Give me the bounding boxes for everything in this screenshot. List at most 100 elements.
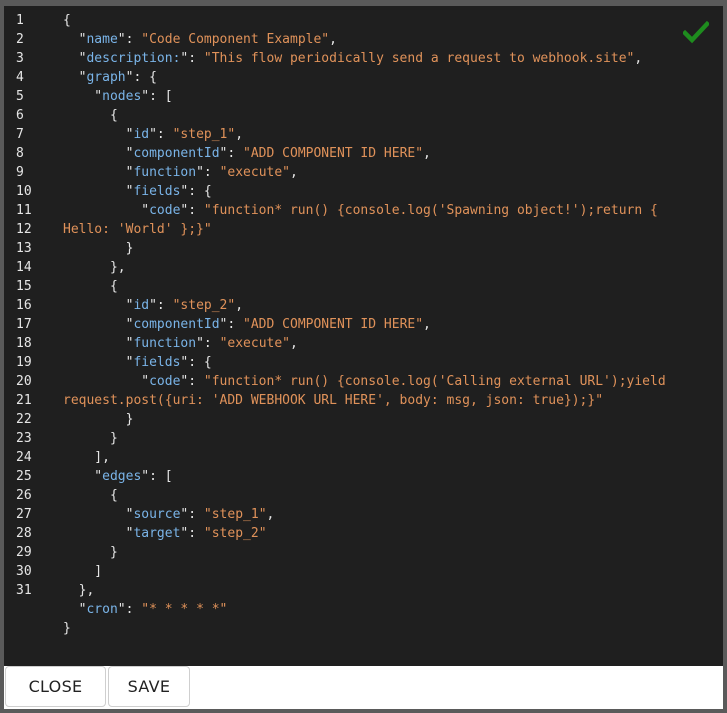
json-string: "step_1": [203, 507, 267, 522]
code-line: }: [63, 619, 71, 638]
code-line: "cron": "* * * * *": [63, 600, 228, 619]
json-key: name: [86, 32, 118, 47]
code-line: }: [63, 410, 134, 429]
code-line: "function": "execute",: [63, 334, 298, 353]
json-punctuation: ": [63, 374, 150, 389]
json-punctuation: {: [63, 13, 71, 28]
code-line: "edges": [: [63, 467, 173, 486]
json-key: fields: [133, 355, 181, 370]
json-code-editor[interactable]: 1 2 3 4 5 6 7 8 9 10 11 12 13 14 15 16 17 18 19 20 21 22 23 24 2…: [4, 6, 723, 666]
json-punctuation: {: [63, 279, 118, 294]
line-number: 24: [16, 450, 32, 465]
code-line: "graph": {: [63, 68, 157, 87]
json-punctuation: ,: [423, 317, 431, 332]
json-punctuation: ,: [235, 298, 244, 313]
line-number: 13: [16, 241, 32, 256]
code-line: "description:": "This flow periodically …: [63, 49, 643, 68]
json-string: "step_1": [172, 127, 236, 142]
line-number: 22: [16, 412, 32, 427]
line-number: 12: [16, 222, 32, 237]
code-line: "fields": {: [63, 182, 212, 201]
json-punctuation: ,: [290, 336, 298, 351]
code-line: "componentId": "ADD COMPONENT ID HERE",: [63, 315, 431, 334]
json-punctuation: {: [63, 488, 118, 503]
code-line: "fields": {: [63, 353, 212, 372]
json-string: "This flow periodically send a request t…: [203, 51, 635, 66]
json-punctuation: ": [63, 203, 150, 218]
json-key: graph: [86, 70, 126, 85]
line-number: 29: [16, 545, 32, 560]
code-line: {: [63, 11, 71, 30]
json-key: source: [133, 507, 181, 522]
json-string: "* * * * *": [141, 602, 228, 617]
code-line: "source": "step_1",: [63, 505, 275, 524]
json-punctuation: ":: [149, 298, 173, 313]
json-punctuation: ":: [219, 146, 244, 161]
line-number: 8: [16, 146, 24, 161]
json-punctuation: ":: [219, 317, 244, 332]
line-number: 28: [16, 526, 32, 541]
json-key: function: [133, 336, 197, 351]
json-punctuation: ": [63, 317, 134, 332]
line-number: 1: [16, 13, 24, 28]
code-line: "id": "step_1",: [63, 125, 243, 144]
json-punctuation: ":: [180, 507, 204, 522]
json-string: "function* run() {console.log('Spawning …: [203, 203, 658, 218]
json-string: Hello: 'World' };}": [63, 222, 212, 237]
json-punctuation: ": [63, 146, 134, 161]
json-punctuation: ": [63, 355, 134, 370]
line-number: 31: [16, 583, 32, 598]
code-line: {: [63, 486, 118, 505]
json-string: "Code Component Example": [141, 32, 330, 47]
json-punctuation: }: [63, 412, 134, 427]
code-line: {: [63, 106, 118, 125]
close-button[interactable]: CLOSE: [5, 666, 106, 707]
json-punctuation: ,: [423, 146, 431, 161]
line-number-gutter: 1 2 3 4 5 6 7 8 9 10 11 12 13 14 15 16 17 18 19 20 21 22 23 24 2…: [4, 6, 44, 666]
json-punctuation: ":: [180, 203, 204, 218]
json-punctuation: ,: [329, 32, 337, 47]
json-punctuation: ":: [196, 165, 220, 180]
json-punctuation: ": [63, 70, 87, 85]
line-number: 5: [16, 89, 24, 104]
json-punctuation: ": [63, 32, 87, 47]
code-line: Hello: 'World' };}": [63, 220, 212, 239]
json-punctuation: ]: [63, 564, 103, 579]
json-punctuation: ": [63, 298, 134, 313]
code-line: "nodes": [: [63, 87, 172, 106]
code-line: },: [63, 258, 126, 277]
code-editor-dialog: 1 2 3 4 5 6 7 8 9 10 11 12 13 14 15 16 17 18 19 20 21 22 23 24 2…: [0, 0, 727, 713]
code-line: }: [63, 543, 118, 562]
code-line: }: [63, 239, 134, 258]
json-string: "ADD COMPONENT ID HERE": [243, 317, 424, 332]
json-punctuation: ": [: [141, 469, 173, 484]
code-line: ]: [63, 562, 102, 581]
json-string: "step_2": [203, 526, 267, 541]
code-line: "code": "function* run() {console.log('C…: [63, 372, 665, 391]
json-key: description:: [86, 51, 181, 66]
json-key: function: [133, 165, 197, 180]
json-punctuation: ":: [180, 526, 204, 541]
json-punctuation: }: [63, 431, 118, 446]
line-number: 23: [16, 431, 32, 446]
json-punctuation: ": [63, 469, 103, 484]
save-button[interactable]: SAVE: [108, 666, 190, 707]
json-punctuation: },: [63, 260, 126, 275]
json-punctuation: ": {: [180, 355, 212, 370]
line-number: 4: [16, 70, 24, 85]
json-punctuation: ": [63, 336, 134, 351]
json-string: "execute": [219, 165, 291, 180]
json-punctuation: ": [63, 127, 134, 142]
code-line: "name": "Code Component Example",: [63, 30, 337, 49]
line-number: 18: [16, 336, 32, 351]
json-punctuation: ,: [634, 51, 643, 66]
json-punctuation: ":: [196, 336, 220, 351]
json-punctuation: ,: [235, 127, 244, 142]
json-punctuation: }: [63, 545, 118, 560]
json-key: componentId: [133, 146, 220, 161]
code-line: "id": "step_2",: [63, 296, 243, 315]
line-number: 3: [16, 51, 24, 66]
code-line: {: [63, 277, 118, 296]
line-number: 7: [16, 127, 24, 142]
json-punctuation: ],: [63, 450, 110, 465]
